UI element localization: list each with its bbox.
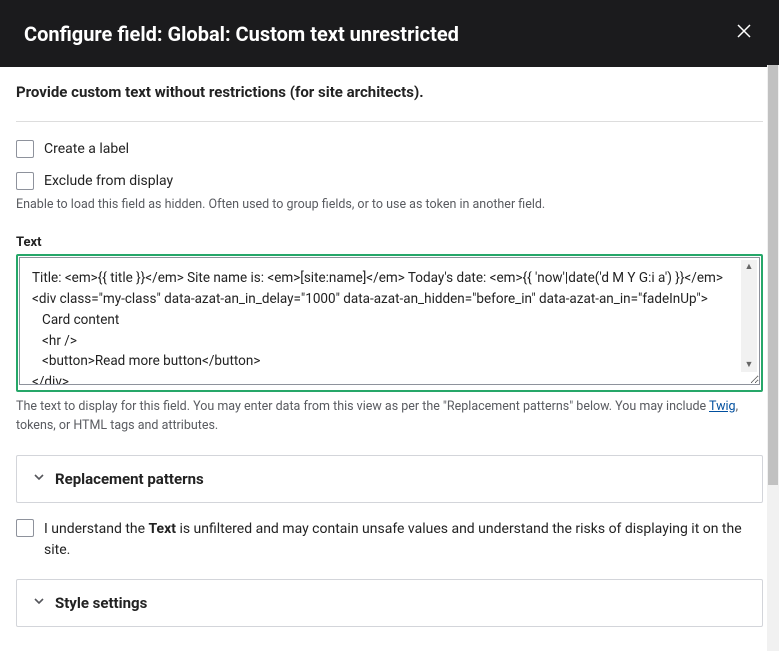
subtitle: Provide custom text without restrictions…	[16, 83, 763, 101]
text-textarea-wrapper: ▲ ▼	[16, 254, 763, 392]
twig-link[interactable]: Twig	[709, 399, 736, 414]
style-settings-toggle[interactable]: Style settings	[16, 579, 763, 627]
exclude-checkbox[interactable]	[16, 172, 34, 190]
exclude-field: Exclude from display	[16, 172, 763, 190]
text-textarea[interactable]	[19, 257, 760, 385]
modal-header: Configure field: Global: Custom text unr…	[0, 0, 779, 67]
page-scrollbar[interactable]	[767, 65, 779, 651]
style-settings-label: Style settings	[55, 594, 147, 612]
chevron-down-icon	[33, 595, 45, 611]
chevron-down-icon	[33, 471, 45, 487]
ack-field: I understand the Text is unfiltered and …	[16, 519, 763, 561]
create-label-checkbox[interactable]	[16, 140, 34, 158]
close-button[interactable]	[733, 20, 755, 47]
text-description: The text to display for this field. You …	[16, 398, 763, 436]
ack-checkbox[interactable]	[16, 519, 34, 537]
modal-title: Configure field: Global: Custom text unr…	[24, 22, 459, 46]
create-label-field: Create a label	[16, 140, 763, 158]
scrollbar-thumb[interactable]	[768, 65, 778, 485]
scroll-up-icon: ▲	[745, 260, 754, 274]
replacement-patterns-toggle[interactable]: Replacement patterns	[16, 455, 763, 503]
text-label: Text	[16, 235, 763, 250]
exclude-help: Enable to load this field as hidden. Oft…	[16, 196, 763, 215]
scroll-down-icon: ▼	[745, 358, 754, 372]
ack-text[interactable]: I understand the Text is unfiltered and …	[44, 519, 763, 561]
exclude-label[interactable]: Exclude from display	[44, 173, 173, 189]
create-label-label[interactable]: Create a label	[44, 141, 129, 157]
textarea-scrollbar[interactable]: ▲ ▼	[741, 260, 757, 372]
close-icon	[737, 24, 751, 38]
divider	[16, 121, 763, 122]
ack-pre: I understand the	[44, 521, 149, 537]
replacement-patterns-label: Replacement patterns	[55, 470, 204, 488]
modal-content: Provide custom text without restrictions…	[0, 67, 779, 653]
ack-bold: Text	[149, 521, 176, 537]
text-desc-pre: The text to display for this field. You …	[16, 399, 709, 414]
